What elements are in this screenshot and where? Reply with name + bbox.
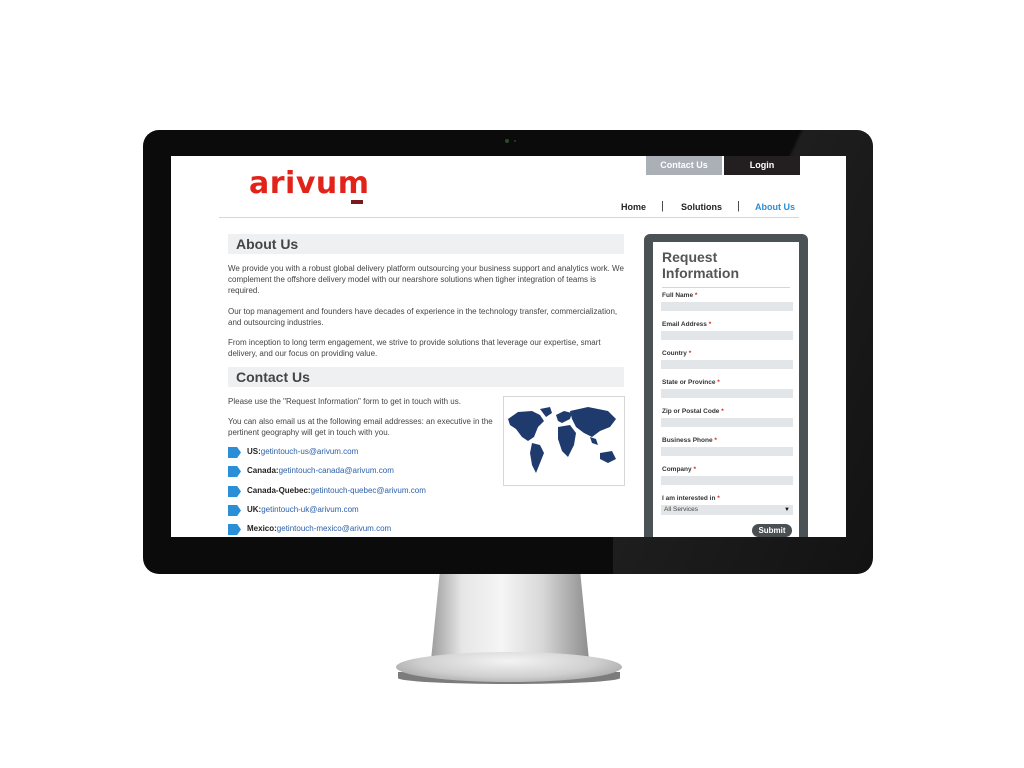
interest-select[interactable]: All Services ▼ [661, 505, 793, 515]
business-phone-label: Business Phone * [662, 437, 717, 444]
email-address-input[interactable] [661, 331, 793, 340]
email-item-mexico: Mexico:getintouch-mexico@arivum.com [228, 523, 488, 537]
about-heading: About Us [228, 234, 624, 254]
brand-logo[interactable]: arivum [249, 166, 370, 201]
contact-paragraph: You can also email us at the following e… [228, 417, 493, 437]
website-screen: arivum Contact Us Login Home | Solutions… [171, 156, 846, 537]
email-link-quebec[interactable]: getintouch-quebec@arivum.com [311, 486, 426, 495]
interest-select-value: All Services [664, 506, 698, 513]
email-item-us: US:getintouch-us@arivum.com [228, 446, 488, 460]
business-phone-input[interactable] [661, 447, 793, 456]
email-link-us[interactable]: getintouch-us@arivum.com [261, 447, 359, 456]
logo-mark-icon [351, 200, 363, 204]
contact-paragraph: Please use the "Request Information" for… [228, 397, 461, 406]
region-label: UK: [247, 505, 262, 514]
region-label: Canada-Quebec: [247, 486, 311, 495]
request-info-panel: Request Information Full Name * Email Ad… [644, 234, 808, 537]
email-link-mexico[interactable]: getintouch-mexico@arivum.com [277, 524, 391, 533]
submit-button[interactable]: Submit [752, 524, 792, 537]
form-title-divider [662, 287, 790, 288]
contact-us-button[interactable]: Contact Us [646, 156, 722, 175]
country-input[interactable] [661, 360, 793, 369]
interest-label: I am interested in * [662, 495, 720, 502]
region-label: Mexico: [247, 524, 277, 533]
about-paragraph: Our top management and founders have dec… [228, 307, 618, 327]
email-item-uk: UK:getintouch-uk@arivum.com [228, 504, 488, 518]
dropdown-arrow-icon: ▼ [784, 507, 790, 513]
arrow-icon [228, 505, 241, 516]
world-map [503, 396, 625, 486]
monitor-base [396, 652, 622, 682]
full-name-input[interactable] [661, 302, 793, 311]
region-label: US: [247, 447, 261, 456]
full-name-label: Full Name * [662, 292, 698, 299]
sensor-icon [514, 140, 516, 142]
camera-icon [505, 139, 509, 143]
about-paragraph: We provide you with a robust global deli… [228, 264, 624, 295]
login-button[interactable]: Login [724, 156, 800, 175]
region-label: Canada: [247, 466, 279, 475]
nav-separator: | [661, 200, 664, 212]
company-input[interactable] [661, 476, 793, 485]
about-paragraph: From inception to long term engagement, … [228, 338, 601, 358]
nav-home[interactable]: Home [621, 202, 646, 212]
world-map-icon [508, 407, 616, 473]
nav-solutions[interactable]: Solutions [681, 202, 722, 212]
nav-about-us[interactable]: About Us [755, 202, 795, 212]
form-title: Request Information [662, 249, 739, 281]
zip-input[interactable] [661, 418, 793, 427]
arrow-icon [228, 447, 241, 458]
country-label: Country * [662, 350, 692, 357]
contact-heading: Contact Us [228, 367, 624, 387]
email-link-uk[interactable]: getintouch-uk@arivum.com [261, 505, 359, 514]
state-label: State or Province * [662, 379, 720, 386]
arrow-icon [228, 466, 241, 477]
arrow-icon [228, 524, 241, 535]
email-item-canada: Canada:getintouch-canada@arivum.com [228, 465, 488, 479]
arrow-icon [228, 486, 241, 497]
state-input[interactable] [661, 389, 793, 398]
request-info-form: Request Information Full Name * Email Ad… [653, 242, 799, 537]
company-label: Company * [662, 466, 696, 473]
zip-label: Zip or Postal Code * [662, 408, 724, 415]
email-link-canada[interactable]: getintouch-canada@arivum.com [279, 466, 394, 475]
nav-separator: | [737, 200, 740, 212]
header-divider [219, 217, 799, 218]
email-item-quebec: Canada-Quebec:getintouch-quebec@arivum.c… [228, 485, 488, 499]
email-address-label: Email Address * [662, 321, 712, 328]
